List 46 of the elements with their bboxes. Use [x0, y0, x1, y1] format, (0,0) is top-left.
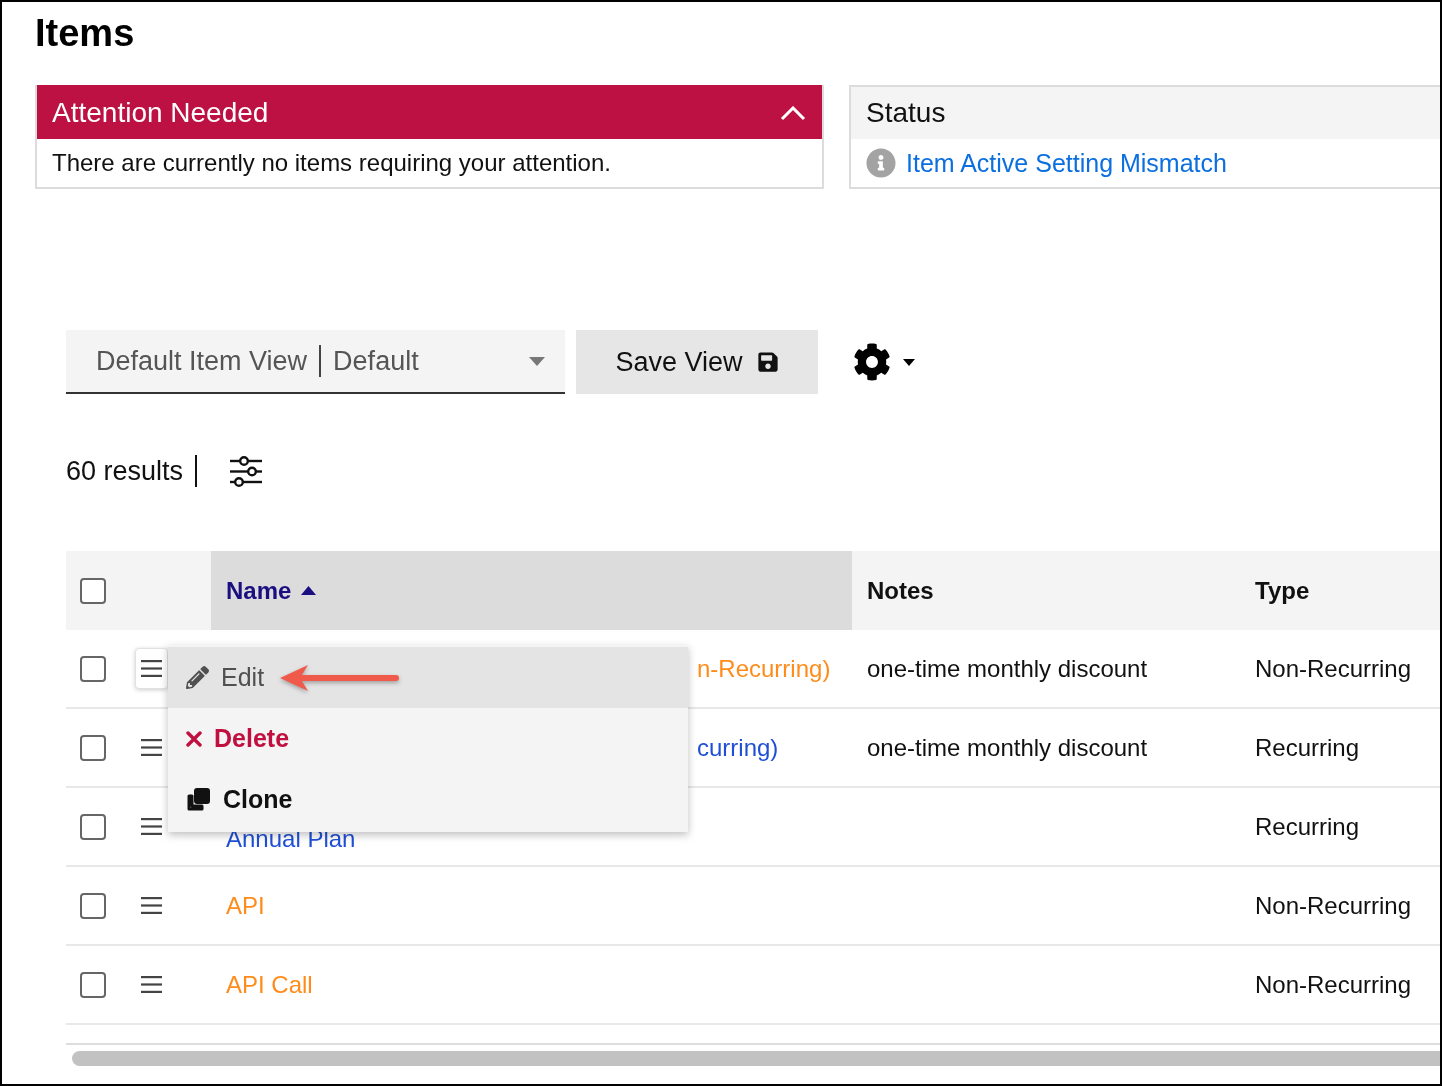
- view-select[interactable]: Default Item View Default: [66, 330, 565, 394]
- row-checkbox[interactable]: [80, 892, 106, 919]
- type-cell: Recurring: [1255, 733, 1360, 762]
- menu-item[interactable]: Edit: [168, 647, 688, 708]
- panel-message: There are currently no items requiring your attention.: [52, 149, 611, 177]
- notes-cell: one-time monthly discount: [867, 733, 1148, 762]
- row-checkbox[interactable]: [80, 655, 106, 682]
- save-view-button[interactable]: Save View: [576, 330, 818, 394]
- chevron-up-icon[interactable]: [780, 105, 806, 121]
- filter-icon: [229, 455, 264, 487]
- caret-down-icon: [529, 356, 545, 366]
- item-name-link[interactable]: curring): [697, 733, 779, 762]
- column-header[interactable]: Name: [211, 551, 852, 630]
- panel-title: Status: [866, 97, 946, 129]
- settings-icon: [853, 343, 891, 381]
- result-count: 60 results: [66, 455, 184, 487]
- status-link[interactable]: Item Active Setting Mismatch: [906, 148, 1227, 178]
- menu-item[interactable]: Clone: [168, 769, 688, 830]
- menu-icon: [141, 897, 162, 914]
- type-cell: Non-Recurring: [1255, 891, 1412, 920]
- scrollbar-thumb[interactable]: [72, 1051, 1440, 1066]
- menu-icon: [141, 660, 162, 677]
- notes-cell: one-time monthly discount: [867, 654, 1148, 683]
- menu-item[interactable]: Delete: [168, 708, 688, 769]
- menu-icon: [141, 976, 162, 993]
- close-icon: [186, 730, 202, 747]
- row-checkbox[interactable]: [80, 734, 106, 761]
- pencil-icon: [186, 666, 209, 689]
- row-menu-button[interactable]: [135, 648, 168, 689]
- caret-down-icon: [903, 358, 915, 366]
- type-cell: Recurring: [1255, 812, 1360, 841]
- panel-title: Attention Needed: [52, 97, 269, 129]
- clone-icon: [186, 787, 211, 812]
- menu-icon: [141, 739, 162, 756]
- column-header[interactable]: Notes: [852, 551, 1240, 630]
- type-cell: Non-Recurring: [1255, 654, 1412, 683]
- row-checkbox[interactable]: [80, 971, 106, 998]
- select-all-checkbox[interactable]: [80, 577, 106, 604]
- settings-button[interactable]: [853, 343, 915, 381]
- menu-icon: [141, 818, 162, 835]
- filter-button[interactable]: [229, 455, 264, 487]
- info-icon: [866, 148, 896, 178]
- column-header[interactable]: Type: [1240, 551, 1440, 630]
- type-cell: Non-Recurring: [1255, 970, 1412, 999]
- page-title: Items: [35, 11, 136, 56]
- row-checkbox[interactable]: [80, 813, 106, 840]
